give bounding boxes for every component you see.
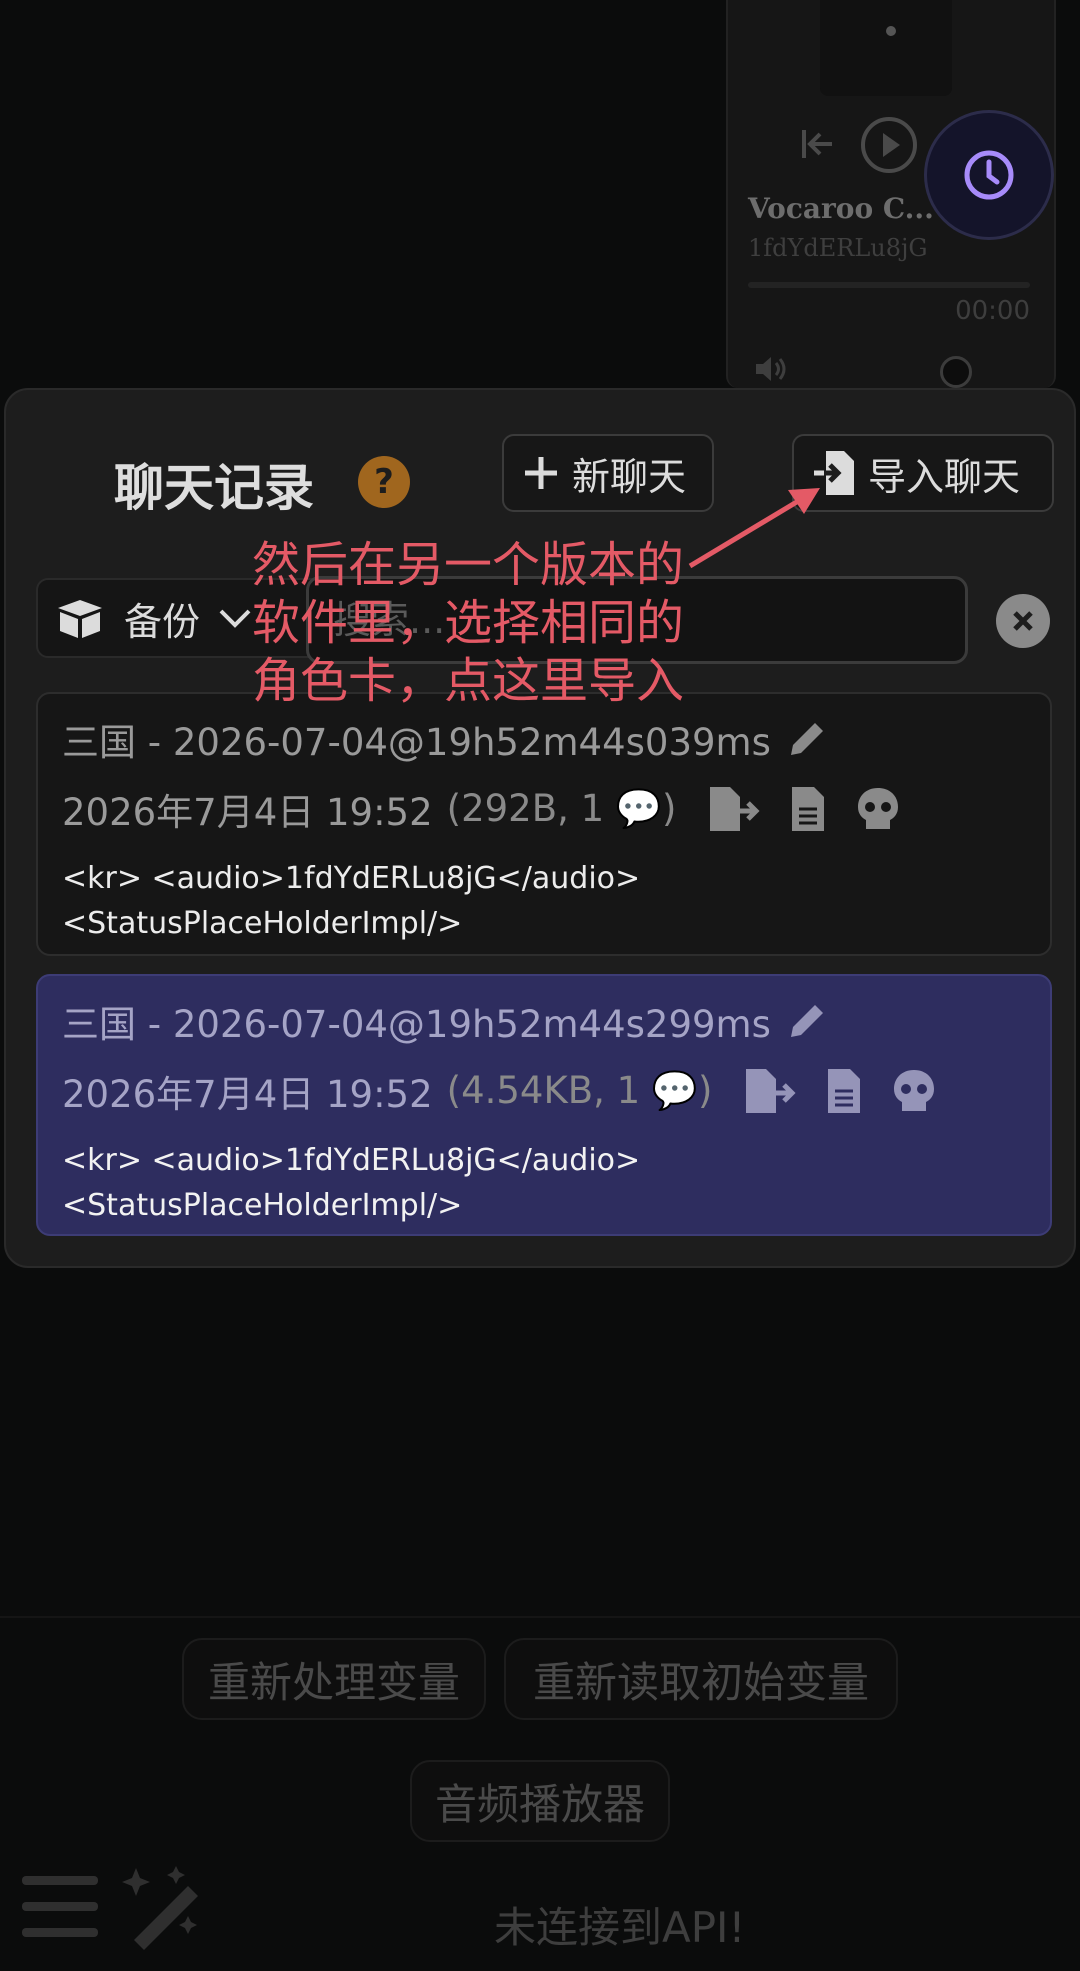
pencil-icon[interactable] bbox=[787, 719, 827, 759]
file-text-icon[interactable] bbox=[790, 785, 826, 833]
chat-preview-line: <StatusPlaceHolderImpl/> bbox=[62, 906, 463, 941]
chat-preview: <kr> <audio>1fdYdERLu8jG</audio> <Status… bbox=[62, 856, 640, 946]
volume-icon[interactable] bbox=[754, 354, 790, 384]
plus-icon bbox=[525, 457, 557, 489]
volume-slider-handle[interactable] bbox=[940, 356, 972, 388]
file-export-icon[interactable] bbox=[744, 1067, 798, 1115]
chat-meta-row: 2026年7月4日 19:52 (4.54KB, 1 💬) bbox=[62, 1064, 938, 1118]
playback-progress-bar[interactable] bbox=[748, 282, 1030, 288]
track-id: 1fdYdERLu8jG bbox=[748, 234, 928, 262]
chat-meta-row: 2026年7月4日 19:52 (292B, 1 💬) bbox=[62, 782, 902, 836]
chat-list-item-selected[interactable]: 三国 - 2026-07-04@19h52m44s299ms 2026年7月4日… bbox=[36, 974, 1052, 1236]
chat-preview-line: <kr> <audio>1fdYdERLu8jG</audio> bbox=[62, 861, 641, 896]
reload-initial-variables-button[interactable]: 重新读取初始变量 bbox=[504, 1638, 898, 1720]
divider bbox=[0, 1616, 1080, 1618]
chat-preview-line: <kr> <audio>1fdYdERLu8jG</audio> bbox=[62, 1143, 641, 1178]
skull-icon[interactable] bbox=[854, 785, 902, 833]
annotation-line: 然后在另一个版本的 bbox=[252, 537, 685, 593]
history-clock-button[interactable] bbox=[924, 110, 1054, 240]
clock-icon bbox=[964, 150, 1014, 200]
reprocess-variables-button[interactable]: 重新处理变量 bbox=[182, 1638, 486, 1720]
file-text-icon[interactable] bbox=[826, 1067, 862, 1115]
chat-date: 2026年7月4日 19:52 bbox=[62, 791, 433, 834]
play-icon[interactable] bbox=[860, 116, 918, 174]
import-chat-label: 导入聊天 bbox=[868, 454, 1021, 499]
album-cover-image bbox=[820, 0, 952, 96]
close-icon bbox=[1013, 611, 1033, 631]
chat-name-row: 三国 - 2026-07-04@19h52m44s299ms bbox=[62, 994, 827, 1048]
track-title: Vocaroo C... bbox=[748, 192, 934, 225]
chat-history-modal: 聊天记录 ? 新聊天 导入聊天 备份 搜索... 三国 - 2026-07-04… bbox=[4, 388, 1076, 1268]
skip-back-icon[interactable] bbox=[798, 124, 838, 164]
chat-name: 三国 - 2026-07-04@19h52m44s299ms bbox=[62, 1003, 771, 1046]
playback-time: 00:00 bbox=[955, 296, 1030, 326]
clear-search-button[interactable] bbox=[996, 594, 1050, 648]
chat-stats: (4.54KB, 1 💬) bbox=[446, 1069, 713, 1112]
annotation-line: 软件里，选择相同的 bbox=[252, 595, 685, 651]
magic-wand-icon[interactable] bbox=[116, 1862, 208, 1950]
new-chat-label: 新聊天 bbox=[572, 454, 687, 499]
help-button[interactable]: ? bbox=[358, 456, 410, 508]
chat-date: 2026年7月4日 19:52 bbox=[62, 1073, 433, 1116]
chat-preview-line: <StatusPlaceHolderImpl/> bbox=[62, 1188, 463, 1223]
audio-player-button[interactable]: 音频播放器 bbox=[410, 1760, 670, 1842]
skull-icon[interactable] bbox=[890, 1067, 938, 1115]
chevron-down-icon bbox=[219, 609, 251, 628]
modal-title: 聊天记录 bbox=[114, 459, 314, 517]
annotation-note: 然后在另一个版本的 软件里，选择相同的 角色卡，点这里导入 bbox=[252, 536, 684, 710]
chat-actions bbox=[744, 1067, 938, 1115]
box-open-icon bbox=[58, 600, 102, 638]
file-export-icon[interactable] bbox=[708, 785, 762, 833]
chat-actions bbox=[708, 785, 902, 833]
file-import-icon bbox=[814, 451, 854, 495]
new-chat-button[interactable]: 新聊天 bbox=[502, 434, 714, 512]
backup-label: 备份 bbox=[124, 599, 201, 644]
chat-preview: <kr> <audio>1fdYdERLu8jG</audio> <Status… bbox=[62, 1138, 640, 1228]
chat-stats: (292B, 1 💬) bbox=[446, 787, 677, 830]
hamburger-menu-icon[interactable] bbox=[22, 1874, 98, 1940]
pencil-icon[interactable] bbox=[787, 1001, 827, 1041]
chat-name-row: 三国 - 2026-07-04@19h52m44s039ms bbox=[62, 712, 827, 766]
chat-name: 三国 - 2026-07-04@19h52m44s039ms bbox=[62, 721, 771, 764]
chat-list-item[interactable]: 三国 - 2026-07-04@19h52m44s039ms 2026年7月4日… bbox=[36, 692, 1052, 956]
annotation-line: 角色卡，点这里导入 bbox=[252, 653, 685, 709]
import-chat-button[interactable]: 导入聊天 bbox=[792, 434, 1054, 512]
api-status-text: 未连接到API! bbox=[494, 1903, 746, 1952]
